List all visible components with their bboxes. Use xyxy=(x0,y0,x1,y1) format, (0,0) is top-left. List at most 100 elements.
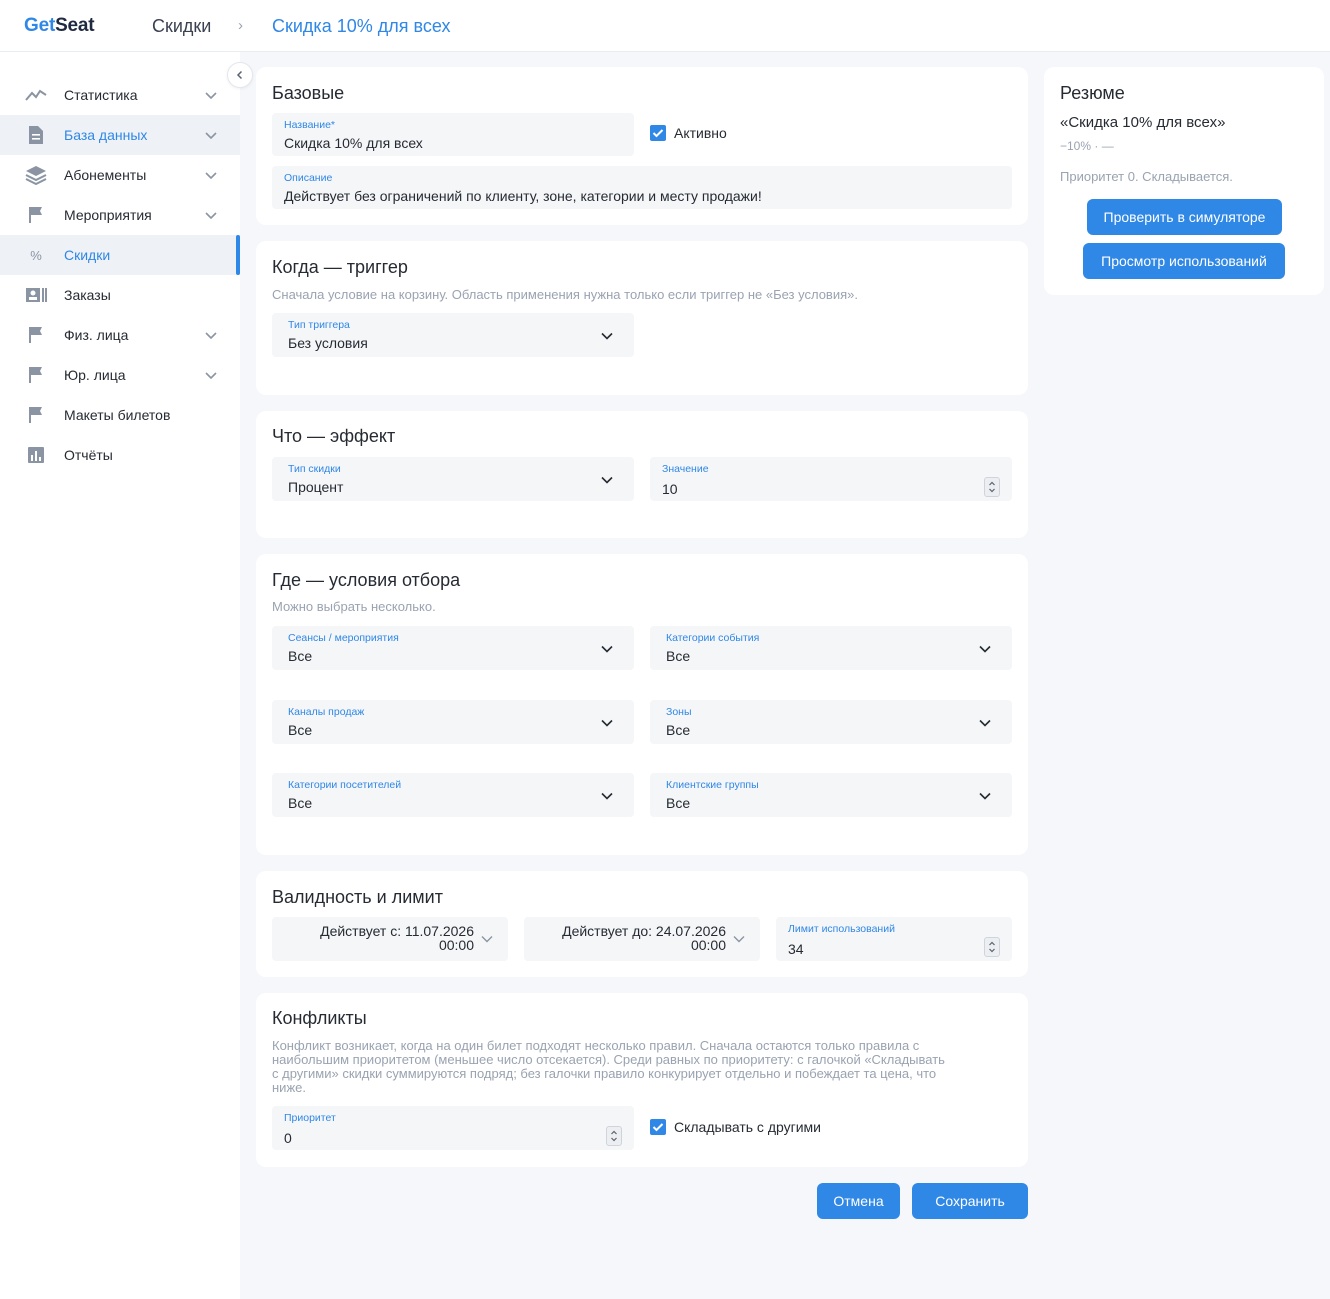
number-stepper[interactable] xyxy=(984,477,1000,497)
priority-field[interactable]: Приоритет 0 xyxy=(272,1106,634,1150)
sidebar-item-label: Отчёты xyxy=(64,447,113,463)
client-groups-label: Клиентские группы xyxy=(666,779,759,791)
chevron-down-icon xyxy=(205,372,217,380)
sidebar-item-ticket-layouts[interactable]: Макеты билетов xyxy=(0,395,240,435)
chevron-down-icon xyxy=(979,719,991,727)
sidebar-item-subscriptions[interactable]: Абонементы xyxy=(0,155,240,195)
chevron-down-icon xyxy=(205,92,217,100)
where-hint: Можно выбрать несколько. xyxy=(272,599,436,614)
flag-icon xyxy=(24,365,48,385)
chevron-down-icon xyxy=(601,719,613,727)
usage-limit-field[interactable]: Лимит использований 34 xyxy=(776,917,1012,961)
sidebar-item-individuals[interactable]: Физ. лица xyxy=(0,315,240,355)
valid-from-picker[interactable]: Действует с: 11.07.2026 00:00 xyxy=(272,917,508,961)
stack-checkbox[interactable] xyxy=(650,1119,666,1135)
sidebar-item-discounts[interactable]: % Скидки xyxy=(0,235,240,275)
chevron-down-icon xyxy=(979,645,991,653)
bar-chart-icon xyxy=(24,445,48,465)
sidebar: Статистика База данных Абонементы Меропр… xyxy=(0,52,240,1299)
validity-title: Валидность и лимит xyxy=(272,887,443,907)
valid-to-picker[interactable]: Действует до: 24.07.2026 00:00 xyxy=(524,917,760,961)
number-stepper[interactable] xyxy=(606,1126,622,1146)
zones-select[interactable]: Зоны Все xyxy=(650,700,1012,744)
valid-from-value: Действует с: 11.07.2026 00:00 xyxy=(320,923,474,953)
usage-limit-value: 34 xyxy=(788,941,804,957)
chevron-down-icon xyxy=(733,936,745,943)
chevron-down-icon xyxy=(481,936,493,943)
basic-card: Базовые Название* Скидка 10% для всех Ак… xyxy=(256,67,1028,225)
trigger-card: Когда — триггер Сначала условие на корзи… xyxy=(256,241,1028,395)
discount-value-field[interactable]: Значение 10 xyxy=(650,457,1012,501)
stepper-arrows-icon xyxy=(611,1130,617,1142)
sidebar-item-legal-entities[interactable]: Юр. лица xyxy=(0,355,240,395)
name-value: Скидка 10% для всех xyxy=(284,135,423,151)
flag-icon xyxy=(24,205,48,225)
check-simulator-button[interactable]: Проверить в симуляторе xyxy=(1087,199,1282,235)
name-field[interactable]: Название* Скидка 10% для всех xyxy=(272,113,634,156)
validity-card: Валидность и лимит Действует с: 11.07.20… xyxy=(256,871,1028,977)
discount-value-label: Значение xyxy=(662,463,709,475)
description-field[interactable]: Описание Действует без ограничений по кл… xyxy=(272,166,1012,209)
priority-value: 0 xyxy=(284,1130,292,1146)
view-usages-button[interactable]: Просмотр использований xyxy=(1083,243,1285,279)
sidebar-item-statistics[interactable]: Статистика xyxy=(0,75,240,115)
summary-priority: Приоритет 0. Складывается. xyxy=(1060,169,1233,184)
active-checkbox[interactable] xyxy=(650,125,666,141)
trigger-type-select[interactable]: Тип триггера Без условия xyxy=(272,313,634,357)
where-title: Где — условия отбора xyxy=(272,570,461,590)
description-value: Действует без ограничений по клиенту, зо… xyxy=(284,188,762,204)
name-label: Название* xyxy=(284,119,336,131)
valid-to-value: Действует до: 24.07.2026 00:00 xyxy=(562,923,726,953)
discount-type-select[interactable]: Тип скидки Процент xyxy=(272,457,634,501)
summary-name: «Скидка 10% для всех» xyxy=(1060,114,1226,131)
where-card: Где — условия отбора Можно выбрать неско… xyxy=(256,554,1028,855)
chart-line-icon xyxy=(24,85,48,105)
conflicts-card: Конфликты Конфликт возникает, когда на о… xyxy=(256,993,1028,1167)
chevron-down-icon xyxy=(601,332,613,340)
client-groups-select[interactable]: Клиентские группы Все xyxy=(650,773,1012,817)
event-categories-label: Категории события xyxy=(666,632,760,644)
sidebar-item-reports[interactable]: Отчёты xyxy=(0,435,240,475)
visitor-categories-select[interactable]: Категории посетителей Все xyxy=(272,773,634,817)
cancel-button[interactable]: Отмена xyxy=(817,1183,900,1219)
conflicts-hint: Конфликт возникает, когда на один билет … xyxy=(272,1038,945,1095)
sidebar-item-label: Заказы xyxy=(64,287,111,303)
sidebar-item-label: База данных xyxy=(64,127,148,143)
sessions-select[interactable]: Сеансы / мероприятия Все xyxy=(272,626,634,670)
trigger-type-value: Без условия xyxy=(288,335,368,351)
chevron-down-icon xyxy=(979,792,991,800)
sidebar-item-database[interactable]: База данных xyxy=(0,115,240,155)
chevron-down-icon xyxy=(601,476,613,484)
chevron-down-icon xyxy=(205,212,217,220)
usage-limit-label: Лимит использований xyxy=(788,923,895,935)
conflicts-title: Конфликты xyxy=(272,1008,367,1028)
zones-value: Все xyxy=(666,722,691,738)
breadcrumb-current: Скидка 10% для всех xyxy=(272,16,451,36)
event-categories-select[interactable]: Категории события Все xyxy=(650,626,1012,670)
visitor-categories-value: Все xyxy=(288,795,313,811)
save-button[interactable]: Сохранить xyxy=(912,1183,1028,1219)
number-stepper[interactable] xyxy=(984,937,1000,957)
visitor-categories-label: Категории посетителей xyxy=(288,779,402,791)
trigger-hint: Сначала условие на корзину. Область прим… xyxy=(272,287,858,302)
sidebar-item-label: Макеты билетов xyxy=(64,407,171,423)
app-logo[interactable]: GetSeat xyxy=(24,15,95,37)
flag-icon xyxy=(24,325,48,345)
sales-channels-label: Каналы продаж xyxy=(288,706,365,718)
basic-title: Базовые xyxy=(272,83,345,103)
percent-icon: % xyxy=(30,247,42,263)
breadcrumb-parent[interactable]: Скидки xyxy=(152,16,211,37)
sidebar-item-label: Статистика xyxy=(64,87,138,103)
stack-label: Складывать с другими xyxy=(674,1119,821,1135)
sessions-label: Сеансы / мероприятия xyxy=(288,632,399,644)
sidebar-collapse-button[interactable] xyxy=(227,62,253,88)
sidebar-item-orders[interactable]: Заказы xyxy=(0,275,240,315)
event-categories-value: Все xyxy=(666,648,691,664)
sidebar-item-events[interactable]: Мероприятия xyxy=(0,195,240,235)
sidebar-item-label: Физ. лица xyxy=(64,327,129,343)
sales-channels-select[interactable]: Каналы продаж Все xyxy=(272,700,634,744)
chevron-left-icon xyxy=(236,70,243,80)
effect-title: Что — эффект xyxy=(272,426,396,446)
active-label: Активно xyxy=(674,125,727,141)
trigger-type-label: Тип триггера xyxy=(288,319,350,331)
